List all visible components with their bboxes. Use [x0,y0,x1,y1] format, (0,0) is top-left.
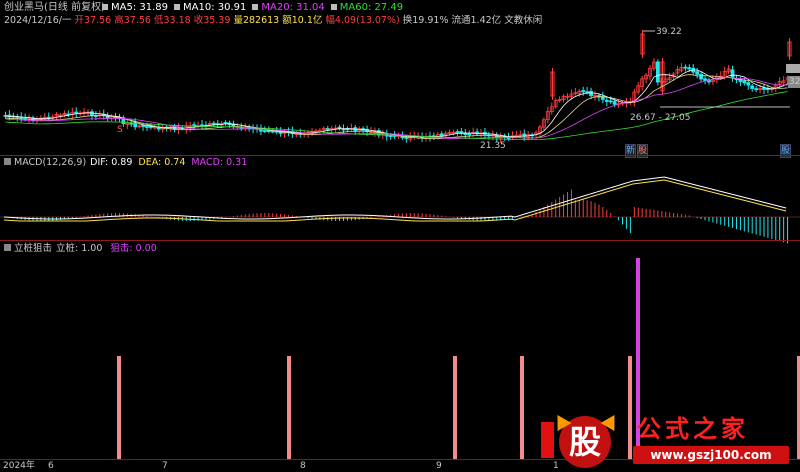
candle-body [463,133,468,135]
axis-month-9: 9 [436,461,442,471]
indicator-li: 立桩: 1.00 [56,243,103,254]
candle-body [655,61,660,83]
candle-body [223,122,228,124]
indicator-name: 立桩狙击 [14,243,53,254]
candle-body [141,125,145,127]
macd-panel [0,176,800,244]
candle-body [604,99,609,102]
watermark-brand: 公式之家 [637,415,749,443]
candle-body [612,101,617,105]
signal-bar [287,356,291,459]
axis-month-8: 8 [300,461,306,471]
macd-legend: MACD(12,26,9) DIF: 0.89 DEA: 0.74 MACD: 0.3… [4,157,247,169]
candle-body [388,135,393,137]
candlestick-chart [0,30,800,459]
signal-bar [520,356,524,459]
candle-body [589,90,593,97]
candle-body [695,71,700,75]
candle-body [145,126,149,128]
macd-value: MACD: 0.31 [191,157,248,168]
price-macd-divider [0,155,800,156]
candle-body [754,88,759,91]
price-range-label: 26.67 - 27.05 [630,113,691,123]
candle-body [455,131,460,134]
watermark-red-block [541,422,554,458]
candle-body [608,100,613,103]
indicator-swatch [4,244,11,251]
candle-body [341,128,346,131]
candle-body [746,82,751,86]
price-right-label: 32. [788,76,800,88]
axis-year: 2024年 [3,461,35,471]
price-low-label: 21.35 [480,141,506,151]
candle-body [337,126,342,129]
signal-bar [117,356,121,459]
signal-bar [453,356,457,459]
macd-swatch [4,158,11,165]
macd-name: MACD(12,26,9) [14,157,87,168]
candle-body [585,91,590,94]
macd-indicator-divider [0,240,800,241]
axis-month-6: 6 [48,461,54,471]
candle-body [762,87,766,90]
macd-dea: DEA: 0.74 [138,157,186,168]
candle-body [683,66,688,69]
macd-dif: DIF: 0.89 [90,157,133,168]
candle-body [703,78,707,81]
macd-dif-line [3,176,787,220]
candle-body [687,67,692,70]
candle-body [467,133,472,136]
candle-body [74,111,79,114]
price-high-label: 39.22 [656,27,682,37]
candle-body [581,90,586,93]
indicator-legend: 立桩狙击 立桩: 1.00 狙击: 0.00 [4,243,157,255]
candle-body [404,136,409,139]
marker-s: S [117,125,123,135]
candle-body [211,122,216,125]
candle-body [262,130,267,132]
price-cursor-box [786,64,800,73]
candle-body [439,133,444,137]
candle-body [325,128,330,130]
indicator-ju: 狙击: 0.00 [110,243,157,254]
candle-body [730,69,735,79]
candle-body [750,85,755,89]
candle-body [129,122,134,125]
watermark: 股 公式之家 www.gszj100.com [541,410,800,472]
axis-month-7: 7 [162,461,168,471]
watermark-url: www.gszj100.com [633,446,789,464]
candle-body [200,124,204,127]
candle-body [699,74,704,80]
candle-body [742,80,747,84]
